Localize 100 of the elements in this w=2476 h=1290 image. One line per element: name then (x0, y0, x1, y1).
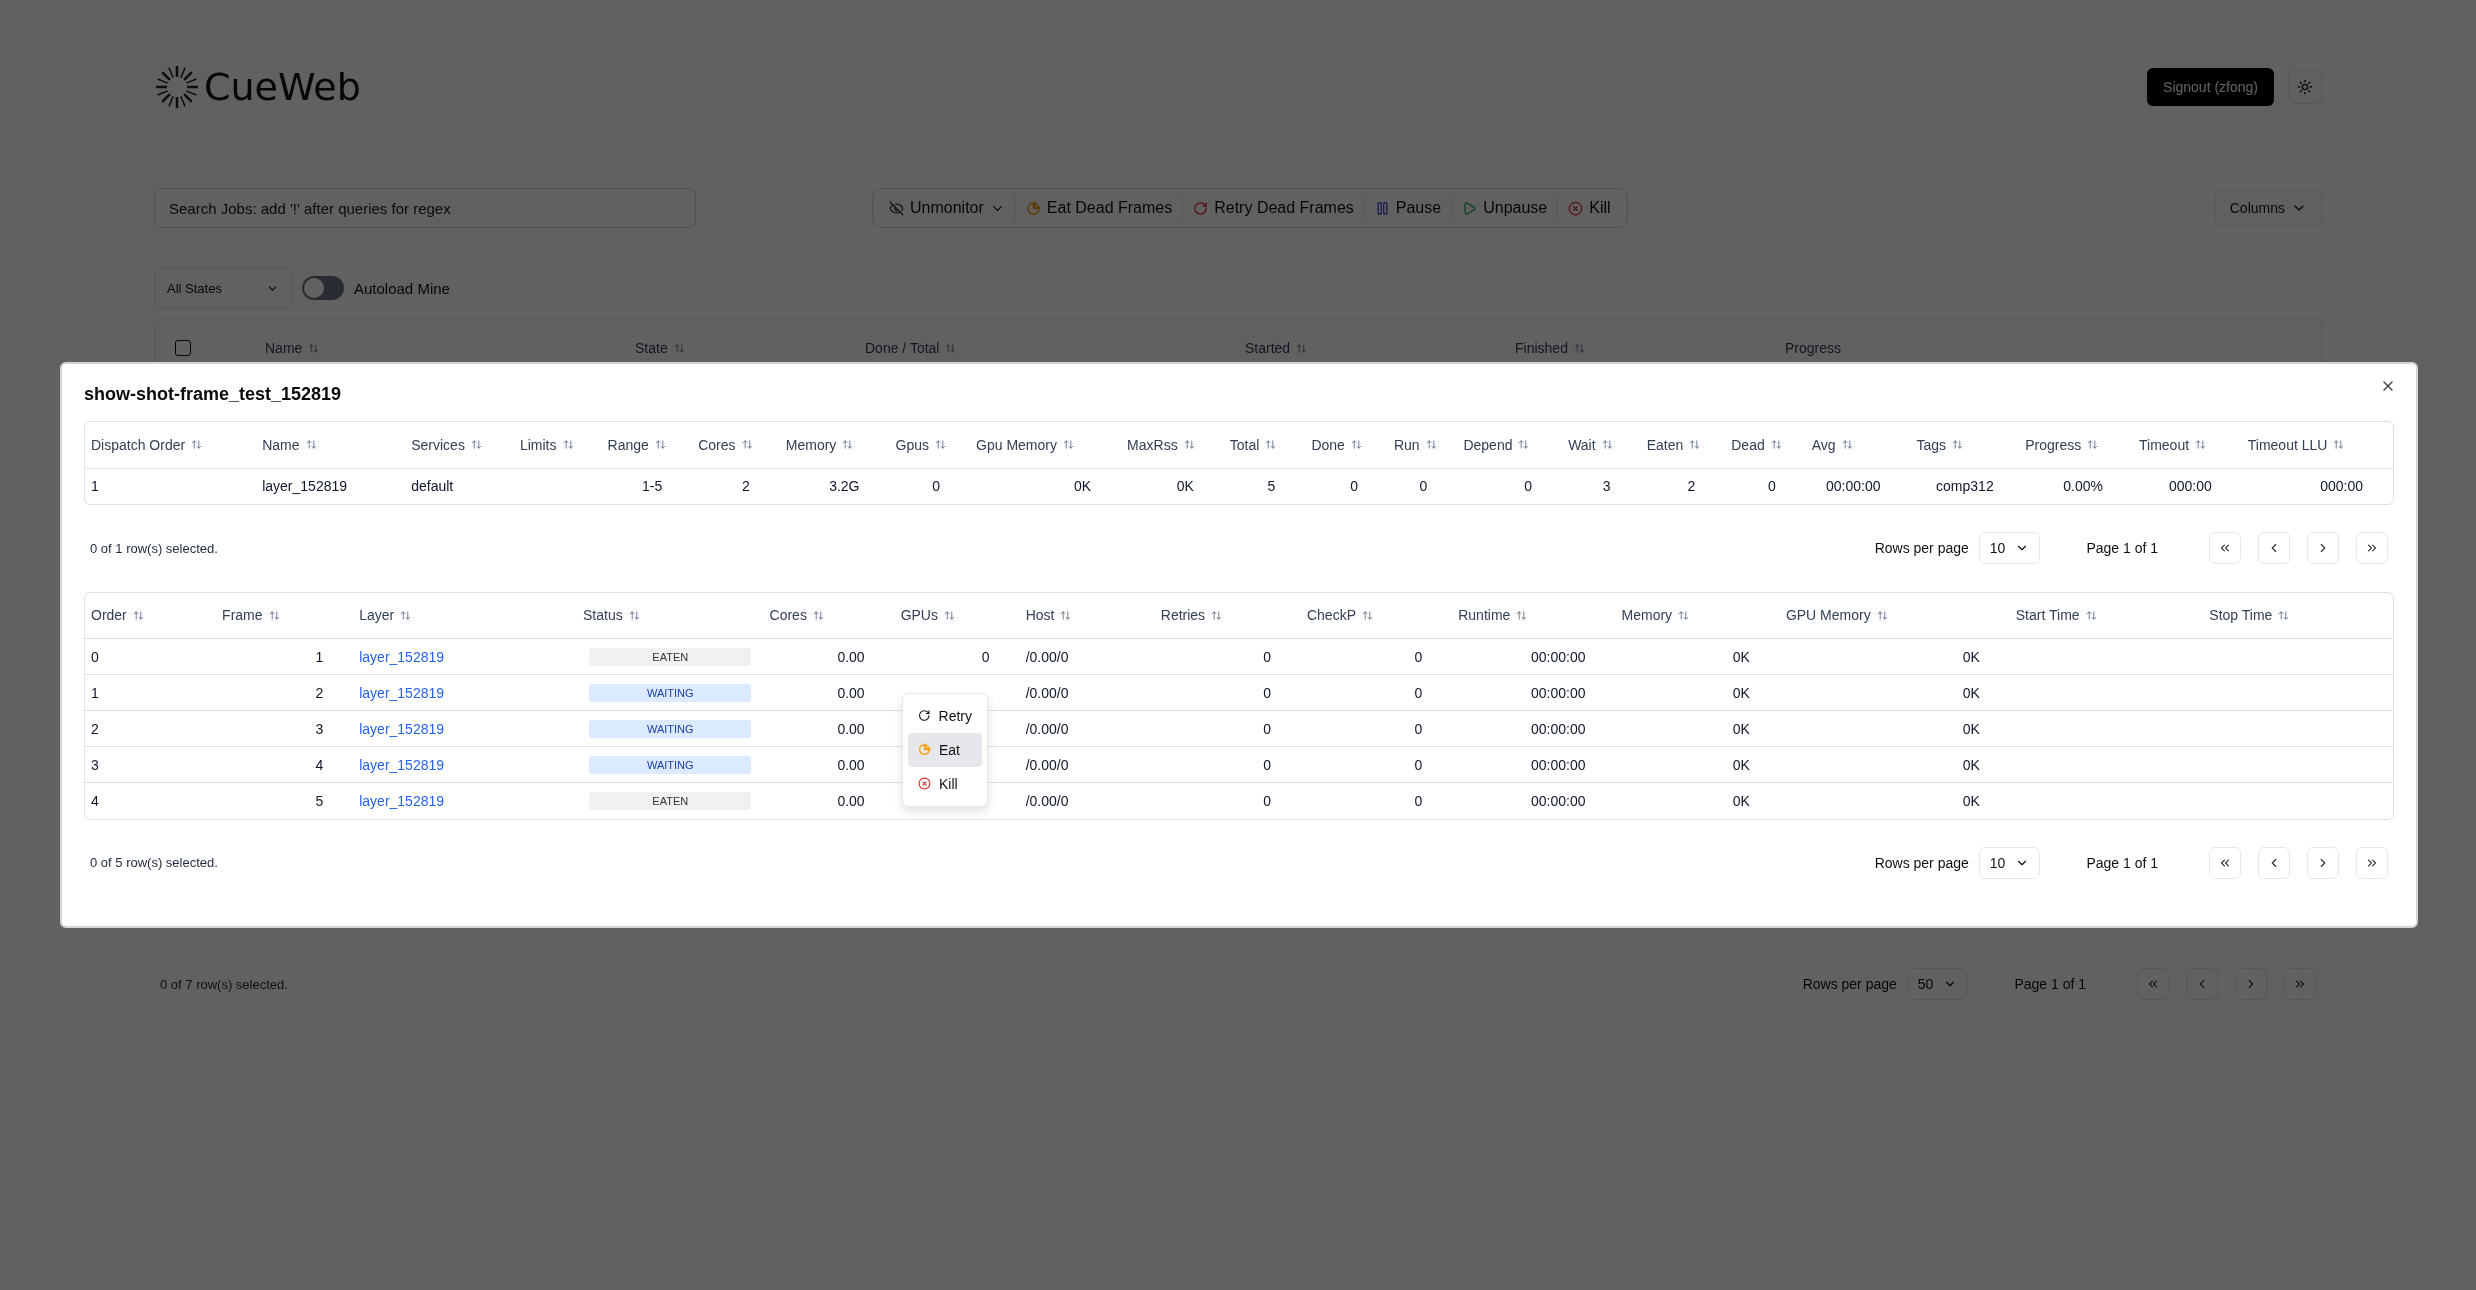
column-header[interactable]: Runtime (1458, 607, 1511, 624)
sort-icon[interactable] (1060, 609, 1072, 621)
table-cell: 00:00:00 (1826, 478, 1881, 495)
column-header[interactable]: Tags (1916, 436, 1947, 453)
column-header[interactable]: Dead (1731, 436, 1765, 453)
column-header[interactable]: Timeout LLU (2247, 436, 2328, 453)
column-header[interactable]: Dispatch Order (91, 436, 186, 453)
column-header[interactable]: Host (1025, 607, 1055, 624)
column-header[interactable]: Memory (1621, 607, 1673, 624)
column-header[interactable]: CheckP (1306, 607, 1356, 624)
menu-item[interactable]: Retry (908, 698, 982, 733)
column-header[interactable]: Cores (698, 436, 736, 453)
sort-icon[interactable] (191, 439, 203, 451)
sort-icon[interactable] (673, 342, 685, 354)
column-header[interactable]: Total (1229, 436, 1260, 453)
column-header[interactable]: Done (1311, 436, 1345, 453)
sort-icon[interactable] (935, 439, 946, 451)
column-header[interactable]: Wait (1568, 436, 1596, 453)
column-header[interactable]: Limits (519, 436, 557, 453)
sort-icon[interactable] (1063, 439, 1074, 451)
layer-link[interactable]: layer_152819 (359, 648, 445, 665)
sort-icon[interactable] (305, 439, 317, 451)
column-header[interactable]: Gpu Memory (976, 436, 1057, 453)
sort-icon[interactable] (132, 609, 144, 621)
column-header[interactable]: Depend (1463, 436, 1513, 453)
column-header[interactable]: Gpus (895, 436, 929, 453)
sort-icon[interactable] (654, 439, 666, 451)
column-header[interactable]: Cores (769, 607, 807, 624)
sort-icon[interactable] (842, 439, 854, 451)
column-header[interactable]: Order (91, 607, 127, 624)
column-header[interactable]: Frame (222, 607, 263, 624)
sort-icon[interactable] (1573, 342, 1585, 354)
sort-icon[interactable] (1601, 439, 1613, 451)
sort-icon[interactable] (1211, 609, 1223, 621)
column-header[interactable]: Timeout (2139, 436, 2190, 453)
layer-link[interactable]: layer_152819 (359, 684, 445, 701)
sort-icon[interactable] (2087, 439, 2099, 451)
sort-icon[interactable] (562, 439, 574, 451)
first-page-button[interactable] (2137, 968, 2169, 1000)
column-header[interactable]: Layer (359, 607, 395, 624)
theme-toggle-button[interactable] (2288, 70, 2322, 104)
sort-icon[interactable] (2085, 609, 2097, 621)
rows-per-page-select[interactable]: 10 (1978, 532, 2041, 565)
sort-icon[interactable] (470, 439, 482, 451)
sort-icon[interactable] (1516, 609, 1528, 621)
sort-icon[interactable] (628, 609, 640, 621)
signout-button[interactable]: Signout (zfong) (2147, 68, 2274, 106)
sort-icon[interactable] (1296, 342, 1308, 354)
sort-icon[interactable] (741, 439, 753, 451)
last-page-button[interactable] (2356, 532, 2388, 565)
sort-icon[interactable] (1876, 609, 1888, 621)
sort-icon[interactable] (944, 609, 955, 621)
sort-icon[interactable] (1265, 439, 1277, 451)
column-header[interactable]: Start Time (2015, 607, 2080, 624)
column-header[interactable]: Avg (1811, 436, 1836, 453)
rows-per-page-select[interactable]: 10 (1978, 846, 2041, 879)
sort-icon[interactable] (1350, 439, 1362, 451)
sort-icon[interactable] (2333, 439, 2345, 451)
column-header[interactable]: Name (262, 436, 300, 453)
sort-icon[interactable] (308, 342, 320, 354)
sort-icon[interactable] (268, 609, 280, 621)
sort-icon[interactable] (1362, 609, 1373, 621)
sort-icon[interactable] (812, 609, 824, 621)
sort-icon[interactable] (400, 609, 412, 621)
last-page-button[interactable] (2284, 968, 2316, 1000)
select-all-checkbox[interactable] (175, 340, 191, 356)
sort-icon[interactable] (1770, 439, 1782, 451)
sort-icon[interactable] (1952, 439, 1964, 451)
column-header[interactable]: MaxRss (1127, 436, 1178, 453)
column-header[interactable]: Range (607, 436, 649, 453)
column-header[interactable]: GPU Memory (1785, 607, 1871, 624)
table-cell: 0K (1732, 648, 1750, 665)
column-header[interactable]: Stop Time (2209, 607, 2273, 624)
sort-icon[interactable] (1425, 439, 1437, 451)
column-header[interactable]: Progress (2025, 436, 2082, 453)
column-header[interactable]: Eaten (1646, 436, 1684, 453)
column-header[interactable]: GPUs (900, 607, 938, 624)
sort-icon[interactable] (1518, 439, 1530, 451)
layer-link[interactable]: layer_152819 (359, 756, 445, 773)
sort-icon[interactable] (1678, 609, 1690, 621)
layer-link[interactable]: layer_152819 (359, 720, 445, 737)
column-header[interactable]: Memory (785, 436, 837, 453)
column-header[interactable]: Retries (1160, 607, 1206, 624)
layer-link[interactable]: layer_152819 (359, 792, 445, 809)
column-header[interactable]: Run (1393, 436, 1420, 453)
sort-icon[interactable] (945, 342, 957, 354)
sort-icon[interactable] (2195, 439, 2207, 451)
first-page-button[interactable] (2209, 846, 2241, 879)
search-field[interactable]: Search Jobs: add '!' after queries for regex (154, 188, 696, 228)
last-page-button[interactable] (2356, 846, 2388, 879)
sort-icon[interactable] (1183, 439, 1195, 451)
menu-item[interactable]: Eat (908, 732, 982, 767)
first-page-button[interactable] (2209, 532, 2241, 565)
menu-item[interactable]: Kill (908, 766, 982, 801)
sort-icon[interactable] (1689, 439, 1701, 451)
sort-icon[interactable] (2278, 609, 2290, 621)
column-header[interactable]: Services (411, 436, 465, 453)
sort-icon[interactable] (1841, 439, 1853, 451)
column-header[interactable]: Status (583, 607, 623, 624)
autoload-switch[interactable] (302, 276, 344, 300)
